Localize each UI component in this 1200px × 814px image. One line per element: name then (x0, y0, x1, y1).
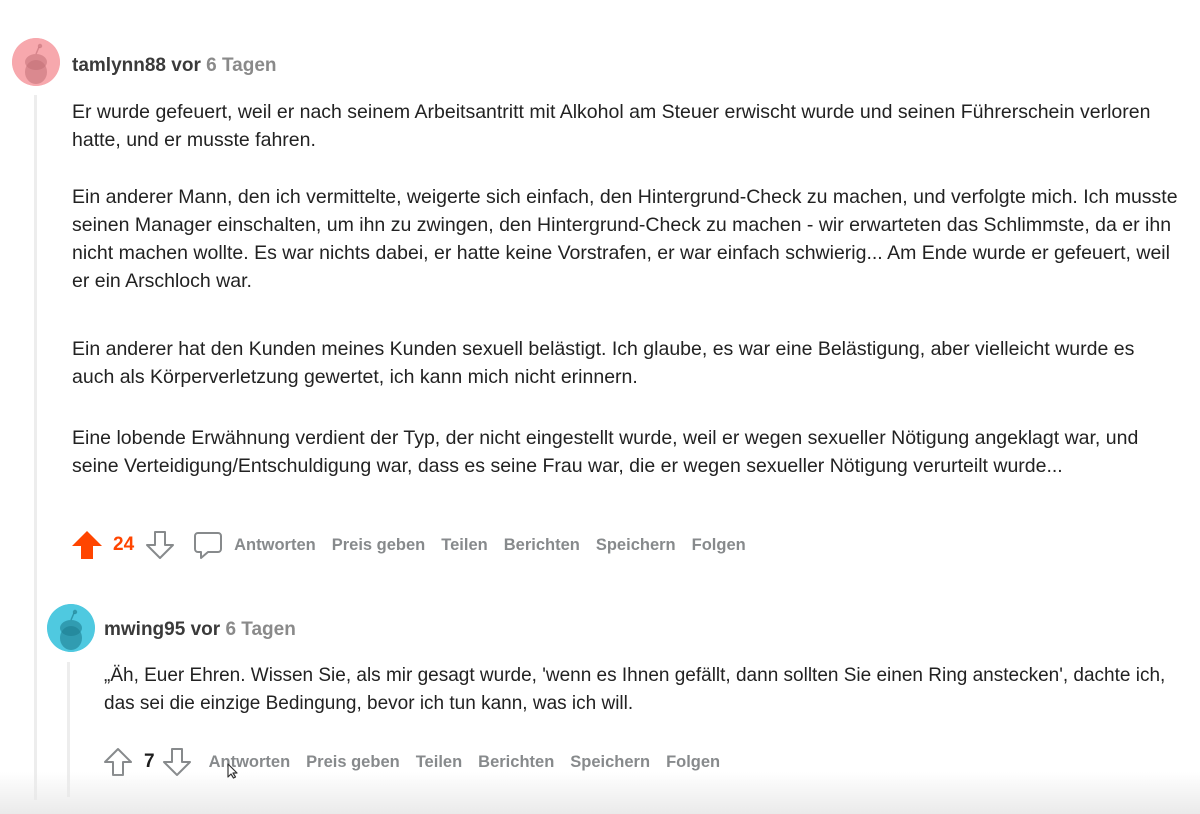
follow-button[interactable]: Folgen (692, 536, 746, 555)
comment-body: „Äh, Euer Ehren. Wissen Sie, als mir ges… (104, 662, 1184, 718)
thread-line-main[interactable] (34, 95, 37, 800)
timestamp[interactable]: 6 Tagen (225, 619, 295, 640)
username-link[interactable]: mwing95 (104, 619, 185, 640)
snoo-avatar-icon (47, 604, 95, 652)
save-button[interactable]: Speichern (596, 536, 676, 555)
comment-paragraph: Ein anderer hat den Kunden meines Kunden… (72, 338, 1135, 388)
comment-meta: tamlynn88 vor 6 Tagen (72, 55, 277, 77)
follow-button[interactable]: Folgen (666, 753, 720, 772)
comment-paragraph: Eine lobende Erwähnung verdient der Typ,… (72, 427, 1139, 477)
save-button[interactable]: Speichern (570, 753, 650, 772)
comment-bubble-icon[interactable] (192, 529, 224, 561)
report-button[interactable]: Berichten (478, 753, 554, 772)
upvote-button[interactable] (71, 529, 103, 561)
comment-paragraph: „Äh, Euer Ehren. Wissen Sie, als mir ges… (104, 665, 1166, 714)
give-award-button[interactable]: Preis geben (332, 536, 426, 555)
give-award-button[interactable]: Preis geben (306, 753, 400, 772)
comment-body: Er wurde gefeuert, weil er nach seinem A… (72, 98, 1182, 480)
arrow-down-icon (146, 531, 175, 559)
report-button[interactable]: Berichten (504, 536, 580, 555)
arrow-up-icon (72, 531, 102, 559)
meta-connector: vor (171, 55, 201, 76)
share-button[interactable]: Teilen (441, 536, 487, 555)
downvote-button[interactable] (144, 529, 176, 561)
comment-action-bar: 24 Antworten Preis geben Teilen Berichte… (71, 525, 762, 565)
bottom-fade (0, 772, 1200, 814)
reply-button[interactable]: Antworten (234, 536, 316, 555)
meta-connector: vor (190, 619, 221, 640)
timestamp[interactable]: 6 Tagen (206, 55, 276, 76)
avatar[interactable] (12, 38, 60, 86)
reply-button[interactable]: Antworten (209, 753, 291, 772)
share-button[interactable]: Teilen (416, 753, 462, 772)
snoo-avatar-icon (12, 38, 60, 86)
comment-paragraph: Ein anderer Mann, den ich vermittelte, w… (72, 186, 1178, 292)
vote-score: 7 (144, 751, 155, 772)
avatar[interactable] (47, 604, 95, 652)
comment-meta: mwing95 vor 6 Tagen (104, 619, 296, 641)
username-link[interactable]: tamlynn88 (72, 55, 166, 76)
mouse-cursor-icon (227, 763, 238, 779)
vote-score: 24 (113, 534, 135, 555)
comment-paragraph: Er wurde gefeuert, weil er nach seinem A… (72, 101, 1151, 151)
